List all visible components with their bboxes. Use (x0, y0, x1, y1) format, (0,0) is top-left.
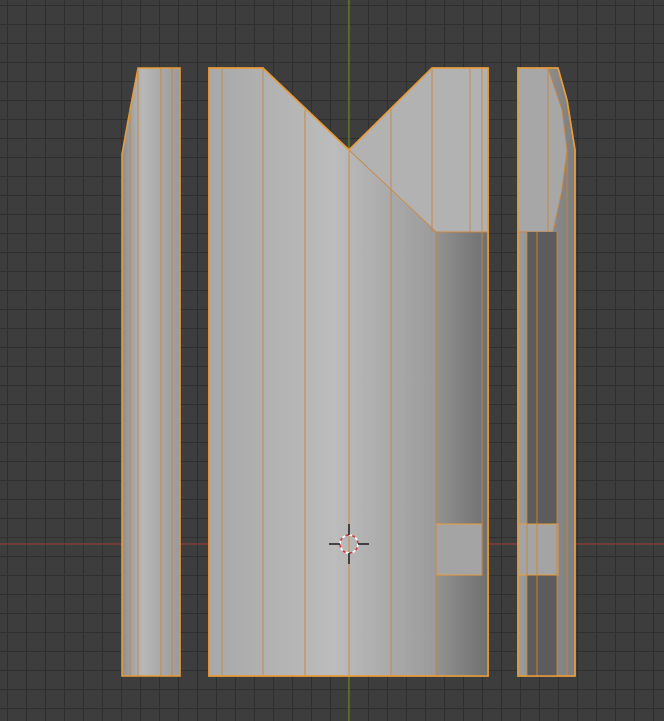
left-bar-face (121, 67, 181, 677)
right-bar-mesh[interactable] (517, 67, 576, 677)
center-block-mesh[interactable] (208, 67, 489, 677)
center-notch (435, 523, 483, 576)
left-bar-mesh[interactable] (121, 67, 181, 677)
viewport-scene[interactable] (0, 0, 664, 721)
3d-viewport[interactable] (0, 0, 664, 721)
center-dark-strip (436, 232, 488, 676)
right-bar-slot (527, 232, 557, 676)
right-bar-notch (517, 523, 559, 576)
